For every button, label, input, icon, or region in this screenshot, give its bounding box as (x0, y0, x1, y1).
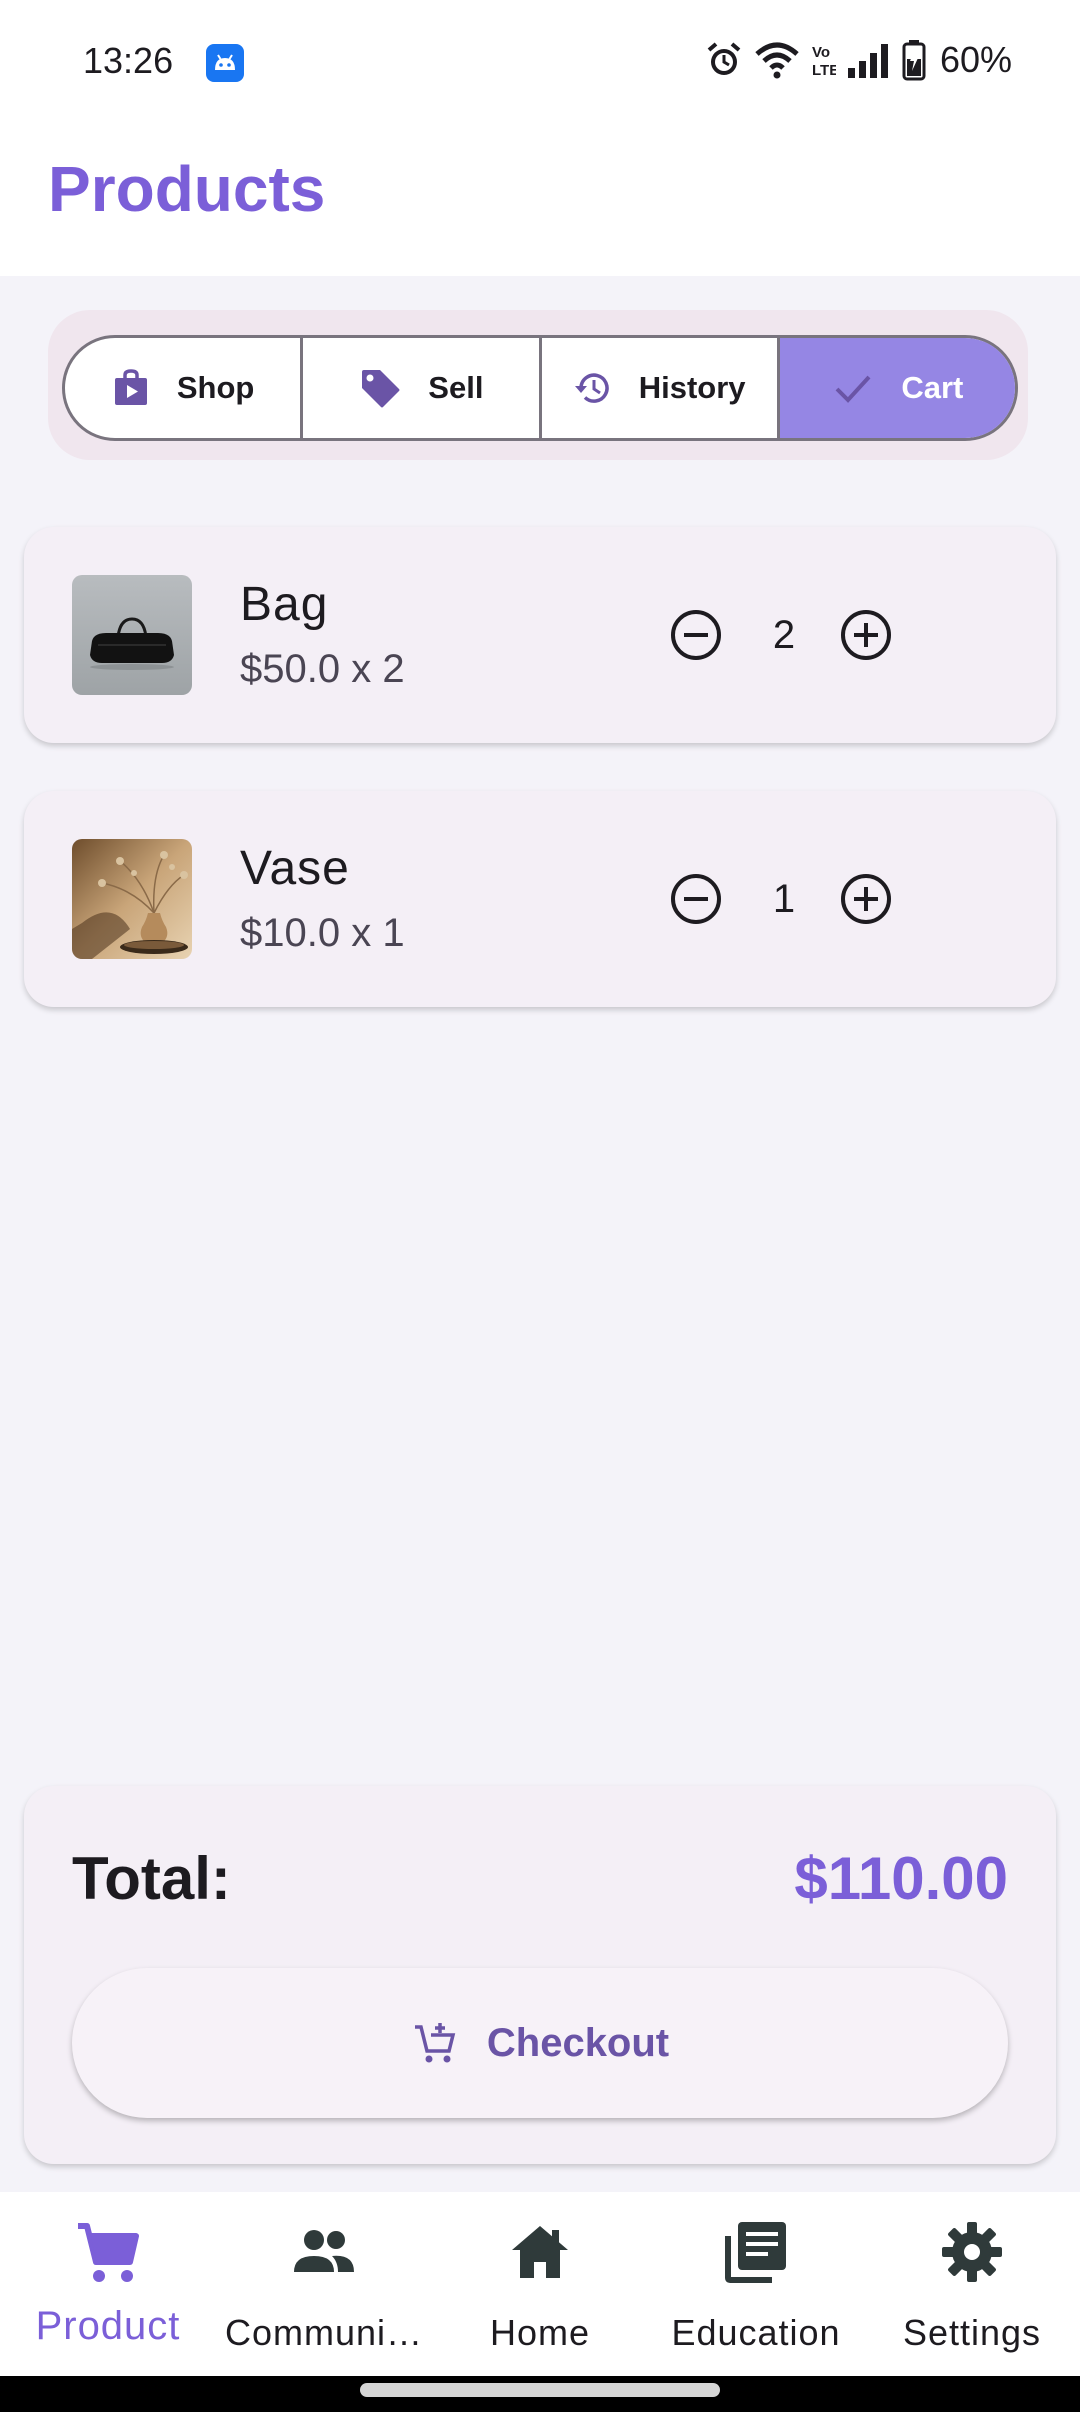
svg-text:LTE: LTE (812, 62, 836, 79)
cart-item: Vase $10.0 x 1 1 (24, 791, 1056, 1007)
status-icons: Vo LTE 60% (704, 38, 1012, 82)
alarm-icon (707, 42, 741, 75)
nav-label: Home (489, 2312, 591, 2353)
gear-icon (942, 2222, 1002, 2282)
tab-cart-label: Cart (901, 370, 964, 405)
total-value: $110.00 (794, 1845, 1008, 1912)
bag-image (72, 575, 192, 695)
decrease-quantity-button[interactable] (668, 607, 724, 663)
history-icon (574, 373, 609, 403)
item-price: $10.0 x 1 (240, 911, 405, 955)
segmented-control: Shop Sell History Cart (62, 335, 1018, 441)
android-app-icon (206, 44, 244, 82)
svg-text:Vo: Vo (812, 44, 830, 61)
status-bar: 13:26 Vo LTE 60% (0, 0, 1080, 124)
checkout-label: Checkout (486, 2020, 670, 2065)
increase-quantity-button[interactable] (838, 607, 894, 663)
battery-percentage: 60% (939, 39, 1012, 80)
check-icon (835, 375, 871, 403)
checkout-button[interactable]: Checkout (72, 1968, 1008, 2118)
tab-shop[interactable]: Shop (65, 338, 304, 438)
item-name: Vase (240, 842, 350, 895)
quantity-value: 2 (772, 613, 796, 657)
library-books-icon (725, 2222, 786, 2283)
item-price: $50.0 x 2 (240, 647, 405, 691)
home-icon (512, 2226, 568, 2278)
gesture-handle[interactable] (360, 2383, 720, 2397)
decrease-quantity-button[interactable] (668, 871, 724, 927)
page-title: Products (48, 153, 326, 225)
total-label: Total: (72, 1845, 231, 1912)
nav-label: Product (35, 2304, 181, 2348)
cart-icon (78, 2223, 139, 2282)
signal-icon (847, 44, 888, 78)
wifi-icon (755, 42, 799, 79)
tab-history[interactable]: History (542, 338, 780, 438)
vase-image (72, 839, 192, 959)
tab-history-label: History (638, 370, 746, 405)
tab-sell[interactable]: Sell (303, 338, 542, 438)
volte-icon: Vo LTE (812, 44, 836, 79)
nav-label: Settings (902, 2312, 1042, 2353)
tag-icon (362, 370, 400, 408)
nav-label: Communi… (224, 2312, 424, 2353)
people-icon (294, 2230, 354, 2272)
cart-summary: Total: $110.00 Checkout (24, 1786, 1056, 2164)
quantity-value: 1 (772, 877, 796, 921)
nav-label: Education (671, 2312, 841, 2353)
battery-icon (902, 40, 926, 81)
shopping-bag-icon (114, 369, 147, 405)
cart-item: Bag $50.0 x 2 2 (24, 527, 1056, 743)
item-name: Bag (240, 578, 329, 631)
app-bar: Products (0, 124, 1080, 276)
tab-cart[interactable]: Cart (779, 338, 1015, 438)
add-shopping-cart-icon (414, 2023, 456, 2063)
increase-quantity-button[interactable] (838, 871, 894, 927)
tab-shop-label: Shop (176, 370, 255, 405)
status-time: 13:26 (83, 40, 174, 81)
tab-sell-label: Sell (428, 370, 484, 405)
